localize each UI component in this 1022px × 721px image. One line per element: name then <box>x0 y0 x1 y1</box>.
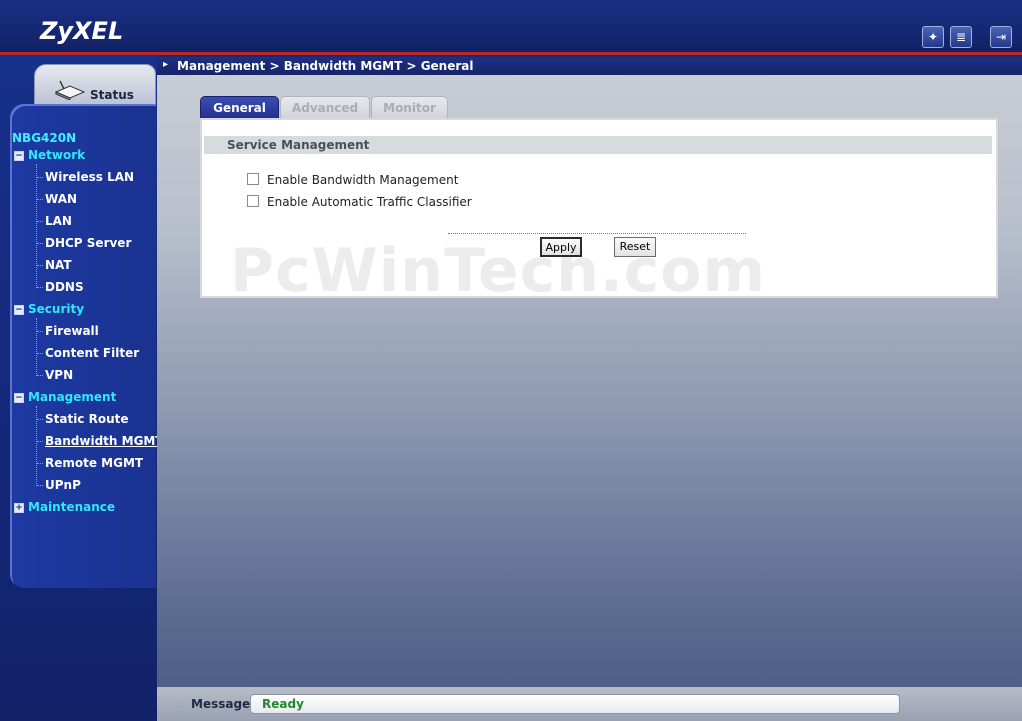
sidebar-item-content-filter[interactable]: Content Filter <box>45 346 139 362</box>
message-icon: ∷ <box>176 700 183 711</box>
nav-group-maintenance[interactable]: + Maintenance <box>14 500 115 516</box>
collapse-icon[interactable]: − <box>14 304 24 315</box>
breadcrumb: Management > Bandwidth MGMT > General <box>177 59 474 73</box>
nav-group-management[interactable]: − Management <box>14 390 116 406</box>
tree-line <box>36 406 37 486</box>
sidebar-item-vpn[interactable]: VPN <box>45 368 73 384</box>
sidebar-item-ddns[interactable]: DDNS <box>45 280 84 296</box>
message-box <box>250 694 900 714</box>
enable-bandwidth-management-checkbox[interactable] <box>247 173 259 185</box>
tree-tick <box>37 353 43 354</box>
tree-tick <box>37 287 43 288</box>
sidebar-item-upnp[interactable]: UPnP <box>45 478 81 494</box>
enable-bandwidth-management-label: Enable Bandwidth Management <box>267 173 459 187</box>
logout-icon[interactable]: ⇥ <box>990 26 1012 48</box>
sidebar-item-nat[interactable]: NAT <box>45 258 72 274</box>
tree-tick <box>37 419 43 420</box>
sidebar-item-firewall[interactable]: Firewall <box>45 324 99 340</box>
sidebar-item-remote-mgmt[interactable]: Remote MGMT <box>45 456 143 472</box>
apply-button[interactable]: Apply <box>540 237 582 257</box>
tree-tick <box>37 441 43 442</box>
collapse-icon[interactable]: − <box>14 150 24 161</box>
tree-tick <box>37 485 43 486</box>
message-status: Ready <box>262 697 304 711</box>
section-title: Service Management <box>227 138 370 152</box>
tree-tick <box>37 463 43 464</box>
model-name: NBG420N <box>12 131 77 145</box>
nav-group-network[interactable]: − Network <box>14 148 85 164</box>
sidebar-item-static-route[interactable]: Static Route <box>45 412 129 428</box>
tree-line <box>36 164 37 288</box>
tree-tick <box>37 331 43 332</box>
expand-icon[interactable]: + <box>14 502 24 513</box>
status-label[interactable]: Status <box>90 88 134 102</box>
zyxel-logo: ZyXEL <box>39 17 123 45</box>
reset-button[interactable]: Reset <box>614 237 656 257</box>
collapse-icon[interactable]: − <box>14 392 24 403</box>
tree-tick <box>37 221 43 222</box>
breadcrumb-arrow-icon: ▸ <box>163 59 169 70</box>
tree-tick <box>37 199 43 200</box>
about-icon[interactable]: ≣ <box>950 26 972 48</box>
nav-group-security[interactable]: − Security <box>14 302 84 318</box>
tab-general[interactable]: General <box>200 96 279 120</box>
sidebar-item-lan[interactable]: LAN <box>45 214 72 230</box>
enable-traffic-classifier-label: Enable Automatic Traffic Classifier <box>267 195 472 209</box>
wizard-icon[interactable]: ✦ <box>922 26 944 48</box>
tree-tick <box>37 265 43 266</box>
breadcrumb-bar: ▸ Management > Bandwidth MGMT > General <box>157 57 1022 75</box>
router-icon <box>54 80 86 100</box>
sidebar-item-wireless-lan[interactable]: Wireless LAN <box>45 170 134 186</box>
sidebar-item-dhcp-server[interactable]: DHCP Server <box>45 236 131 252</box>
enable-traffic-classifier-checkbox[interactable] <box>247 195 259 207</box>
tree-tick <box>37 375 43 376</box>
watermark: PcWinTech.com <box>230 236 767 306</box>
tree-tick <box>37 243 43 244</box>
button-divider <box>448 233 746 234</box>
sidebar-item-bandwidth-mgmt[interactable]: Bandwidth MGMT <box>45 434 164 450</box>
sidebar-item-wan[interactable]: WAN <box>45 192 77 208</box>
logo-text: ZyXEL <box>39 17 123 45</box>
message-label: Message <box>191 697 251 711</box>
tab-monitor[interactable]: Monitor <box>371 96 448 120</box>
tree-line <box>36 318 37 376</box>
tab-advanced[interactable]: Advanced <box>280 96 370 120</box>
tree-tick <box>37 177 43 178</box>
